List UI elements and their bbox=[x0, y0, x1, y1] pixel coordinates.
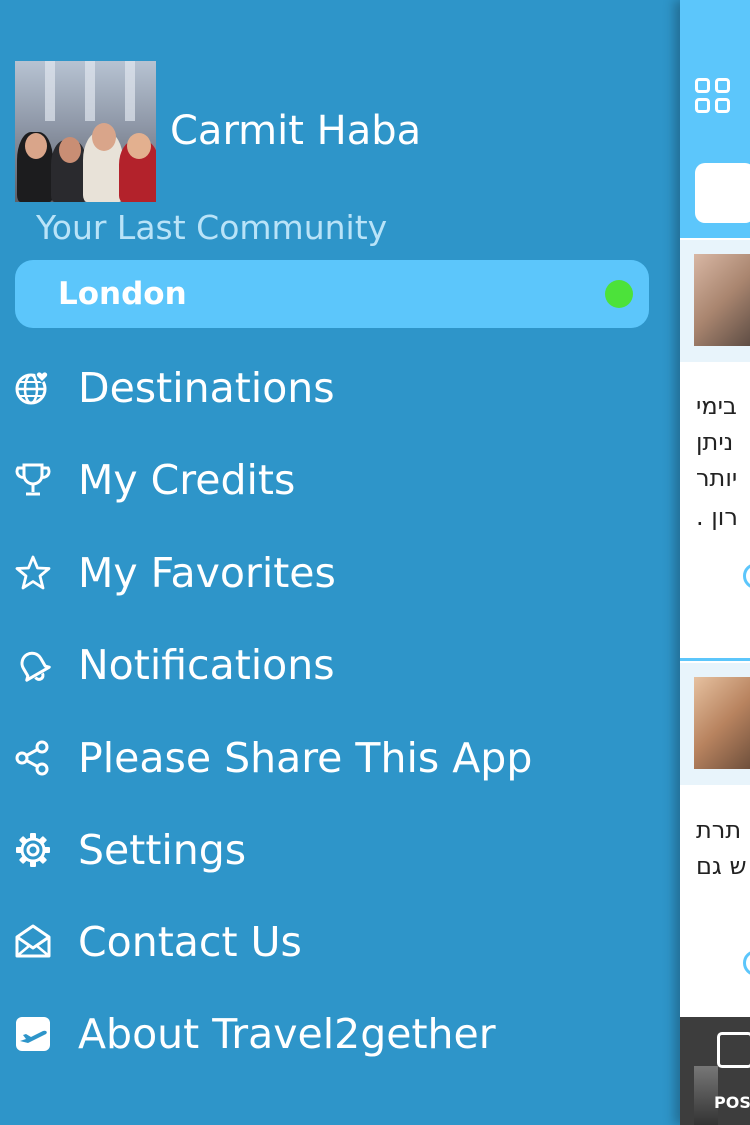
bell-icon bbox=[20, 651, 51, 682]
post-text-line: ש גם bbox=[696, 852, 747, 880]
profile-avatar[interactable] bbox=[15, 61, 156, 202]
menu-label: Destinations bbox=[78, 364, 335, 412]
author-avatar[interactable] bbox=[694, 677, 750, 769]
like-icon[interactable] bbox=[743, 950, 750, 976]
like-icon[interactable] bbox=[743, 563, 750, 589]
menu-label: Settings bbox=[78, 826, 247, 874]
menu-label: My Credits bbox=[78, 456, 296, 504]
plane-icon bbox=[16, 1017, 50, 1051]
menu-item-about[interactable]: About Travel2gether bbox=[0, 998, 680, 1068]
menu-label: Contact Us bbox=[78, 918, 302, 966]
menu-label: Please Share This App bbox=[78, 734, 533, 782]
post-text-line: רון . bbox=[696, 503, 738, 531]
menu-label: Notifications bbox=[78, 641, 335, 689]
last-community-label: Your Last Community bbox=[36, 208, 388, 247]
menu-item-settings[interactable]: Settings bbox=[0, 814, 680, 884]
post-text-line: ניתן bbox=[696, 428, 734, 456]
community-selector[interactable]: London bbox=[15, 260, 649, 328]
share-icon bbox=[15, 740, 49, 776]
feed-header bbox=[680, 0, 750, 238]
author-avatar[interactable] bbox=[694, 254, 750, 346]
menu-item-destinations[interactable]: Destinations bbox=[0, 352, 680, 422]
menu-item-share-app[interactable]: Please Share This App bbox=[0, 722, 680, 792]
user-name: Carmit Haba bbox=[170, 108, 422, 154]
post-text-line: בימי bbox=[696, 392, 737, 420]
envelope-icon bbox=[15, 924, 51, 958]
post-text-line: תרת bbox=[696, 816, 742, 844]
post-button-label[interactable]: POS bbox=[714, 1093, 750, 1112]
menu-item-notifications[interactable]: Notifications bbox=[0, 629, 680, 699]
edit-icon[interactable] bbox=[717, 1032, 750, 1068]
menu-label: About Travel2gether bbox=[78, 1010, 496, 1058]
community-name: London bbox=[58, 276, 187, 312]
globe-heart-icon bbox=[15, 371, 49, 405]
menu-label: My Favorites bbox=[78, 549, 336, 597]
post-divider bbox=[680, 658, 750, 661]
post-header bbox=[680, 663, 750, 785]
trophy-icon bbox=[15, 463, 51, 496]
menu-item-my-credits[interactable]: My Credits bbox=[0, 444, 680, 514]
feed-panel: בימי ניתן יותר רון . תרת ש גם POS bbox=[680, 0, 750, 1125]
navigation-drawer: Carmit Haba Your Last Community London D… bbox=[0, 0, 680, 1125]
post-header bbox=[680, 240, 750, 362]
star-icon bbox=[15, 555, 51, 590]
online-status-dot bbox=[605, 280, 633, 308]
menu-item-my-favorites[interactable]: My Favorites bbox=[0, 537, 680, 607]
search-input[interactable] bbox=[695, 163, 750, 223]
menu-item-contact-us[interactable]: Contact Us bbox=[0, 906, 680, 976]
post-text-line: יותר bbox=[696, 464, 738, 492]
gear-icon bbox=[16, 833, 50, 867]
